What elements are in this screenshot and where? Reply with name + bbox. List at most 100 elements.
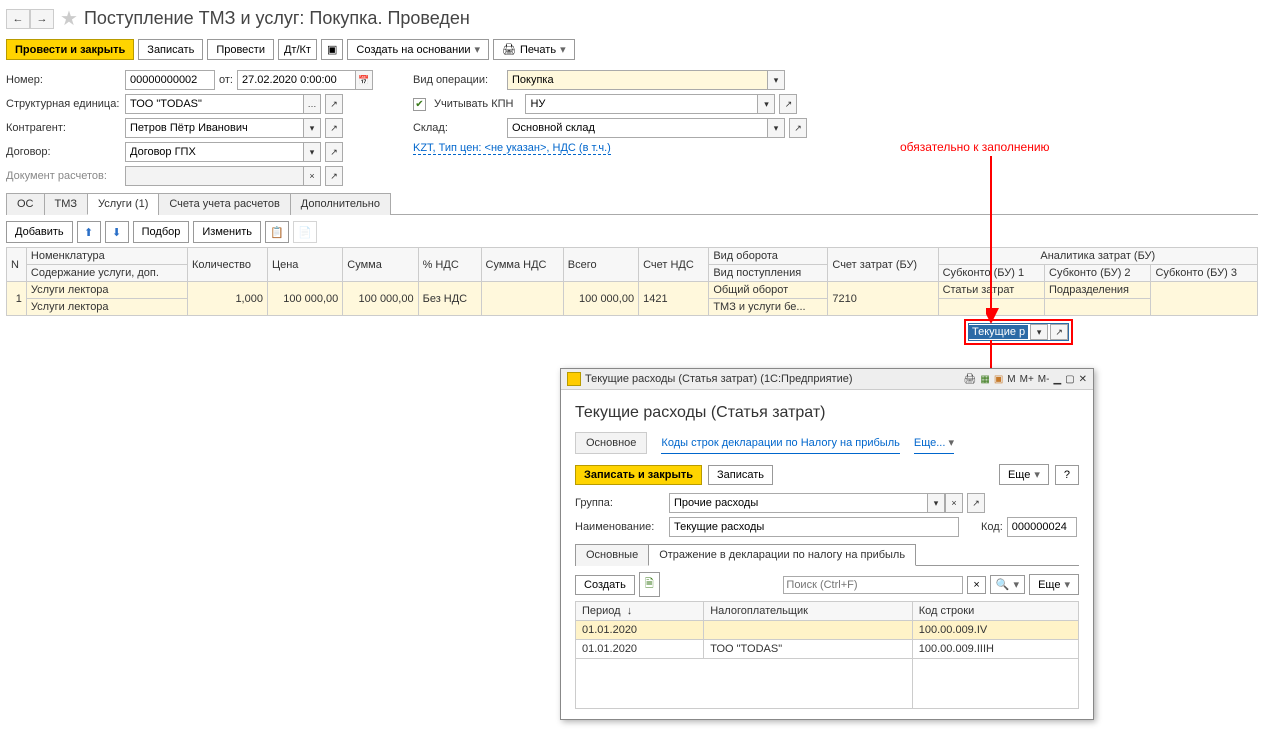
contract-open-icon[interactable]: ↗ [325,142,343,162]
post-and-close-button[interactable]: Провести и закрыть [6,39,134,60]
popup-mminus-button[interactable]: M- [1038,374,1050,385]
popup-more-button[interactable]: Еще [999,464,1049,485]
create-based-button[interactable]: Создать на основании [347,39,489,60]
date-input[interactable] [237,70,355,90]
list-row[interactable]: 01.01.2020 100.00.009.IV [576,621,1079,640]
popup-save-close-button[interactable]: Записать и закрыть [575,465,702,485]
grid-row[interactable]: 1 Услуги лектора 1,000 100 000,00 100 00… [7,282,1258,299]
popup-tab-main[interactable]: Основное [575,432,647,454]
inner-tab-declaration[interactable]: Отражение в декларации по налогу на приб… [648,544,916,566]
popup-group-input[interactable] [669,493,927,513]
col-sumnds[interactable]: Сумма НДС [481,248,563,282]
calendar-icon[interactable]: 📅 [355,70,373,90]
sklad-open-icon[interactable]: ↗ [789,118,807,138]
contragent-input[interactable] [125,118,303,138]
th-period[interactable]: Период ↓ [576,602,704,621]
col-pnds[interactable]: % НДС [418,248,481,282]
popup-group-dd-icon[interactable]: ▾ [927,493,945,513]
list-search-input[interactable] [783,576,963,594]
change-button[interactable]: Изменить [193,221,261,243]
contract-dd-icon[interactable]: ▾ [303,142,321,162]
dt-kt-icon[interactable]: Дт/Кт [278,39,317,60]
col-s3[interactable]: Субконто (БУ) 3 [1151,265,1258,282]
kpn-checkbox[interactable] [413,98,426,111]
col-s1[interactable]: Субконто (БУ) 1 [938,265,1044,282]
col-n[interactable]: N [7,248,27,282]
kpn-dd-icon[interactable]: ▾ [757,94,775,114]
list-more-button[interactable]: Еще [1029,574,1079,595]
subkonto1-dd-icon[interactable]: ▾ [1030,324,1048,340]
col-qty[interactable]: Количество [187,248,267,282]
col-content[interactable]: Содержание услуги, доп. [26,265,187,282]
popup-code-input[interactable] [1007,517,1077,537]
col-price[interactable]: Цена [267,248,342,282]
tab-uslugi[interactable]: Услуги (1) [87,193,159,215]
subkonto1-edit[interactable]: Текущие р ▾ ↗ [968,323,1069,341]
col-oborot[interactable]: Вид оборота [709,248,828,265]
list-search-clear-icon[interactable]: × [967,576,985,594]
contragent-dd-icon[interactable]: ▾ [303,118,321,138]
sklad-input[interactable] [507,118,767,138]
nav-back[interactable]: ← [6,9,30,29]
list-search-icon[interactable]: 🔍 [990,575,1025,594]
col-s2[interactable]: Субконто (БУ) 2 [1045,265,1151,282]
unit-input[interactable] [125,94,303,114]
kpn-open-icon[interactable]: ↗ [779,94,797,114]
price-info-link[interactable]: KZT, Тип цен: <не указан>, НДС (в т.ч.) [413,142,611,155]
post-button[interactable]: Провести [207,39,274,60]
print-button[interactable]: 🖨 Печать [493,39,575,60]
unit-select-icon[interactable]: … [303,94,321,114]
popup-help-button[interactable]: ? [1055,465,1079,485]
contract-input[interactable] [125,142,303,162]
popup-minimize-icon[interactable]: ▁ [1053,374,1061,385]
popup-group-open-icon[interactable]: ↗ [967,493,985,513]
number-input[interactable] [125,70,215,90]
popup-calc-icon[interactable]: ▦ [980,374,989,385]
unit-open-icon[interactable]: ↗ [325,94,343,114]
structure-icon[interactable]: ▣ [321,39,343,60]
add-row-button[interactable]: Добавить [6,221,73,243]
move-up-icon[interactable]: ⬆ [77,221,101,243]
popup-more-link[interactable]: Еще... [914,432,954,454]
write-button[interactable]: Записать [138,39,203,60]
sklad-dd-icon[interactable]: ▾ [767,118,785,138]
col-nom[interactable]: Номенклатура [26,248,187,265]
list-copy-icon[interactable]: 🗎 [639,572,660,597]
contragent-open-icon[interactable]: ↗ [325,118,343,138]
popup-cal-icon[interactable]: ▣ [994,374,1003,385]
popup-print-icon[interactable]: 🖨 [964,374,977,385]
list-row[interactable]: 01.01.2020 ТОО "TODAS" 100.00.009.IIIH [576,640,1079,659]
paste-icon[interactable]: 📄 [293,221,317,243]
popup-group-clear-icon[interactable]: × [945,493,963,513]
popup-write-button[interactable]: Записать [708,465,773,485]
favorite-star-icon[interactable]: ★ [60,6,78,31]
podbor-button[interactable]: Подбор [133,221,190,243]
th-payer[interactable]: Налогоплательщик [704,602,913,621]
tab-accounts[interactable]: Счета учета расчетов [158,193,290,215]
popup-maximize-icon[interactable]: ▢ [1065,374,1074,385]
popup-mplus-button[interactable]: M+ [1020,374,1034,385]
list-create-button[interactable]: Создать [575,575,635,595]
inner-tab-main[interactable]: Основные [575,544,649,566]
col-postup[interactable]: Вид поступления [709,265,828,282]
kpn-input[interactable] [525,94,757,114]
tab-additional[interactable]: Дополнительно [290,193,391,215]
popup-close-icon[interactable]: ✕ [1079,374,1087,385]
tab-tmz[interactable]: ТМЗ [44,193,89,215]
docpay-open-icon[interactable]: ↗ [325,166,343,186]
col-accnds[interactable]: Счет НДС [639,248,709,282]
col-sum[interactable]: Сумма [343,248,418,282]
optype-input[interactable] [507,70,767,90]
nav-fwd[interactable]: → [30,9,54,29]
popup-name-input[interactable] [669,517,959,537]
popup-m-button[interactable]: M [1007,374,1015,385]
copy-icon[interactable]: 📋 [265,221,289,243]
subkonto1-open-icon[interactable]: ↗ [1050,324,1068,340]
move-down-icon[interactable]: ⬇ [105,221,129,243]
docpay-clear-icon[interactable]: × [303,166,321,186]
tab-os[interactable]: ОС [6,193,45,215]
th-code[interactable]: Код строки [912,602,1078,621]
col-total[interactable]: Всего [563,248,638,282]
optype-dd-icon[interactable]: ▾ [767,70,785,90]
col-cost[interactable]: Счет затрат (БУ) [828,248,938,282]
